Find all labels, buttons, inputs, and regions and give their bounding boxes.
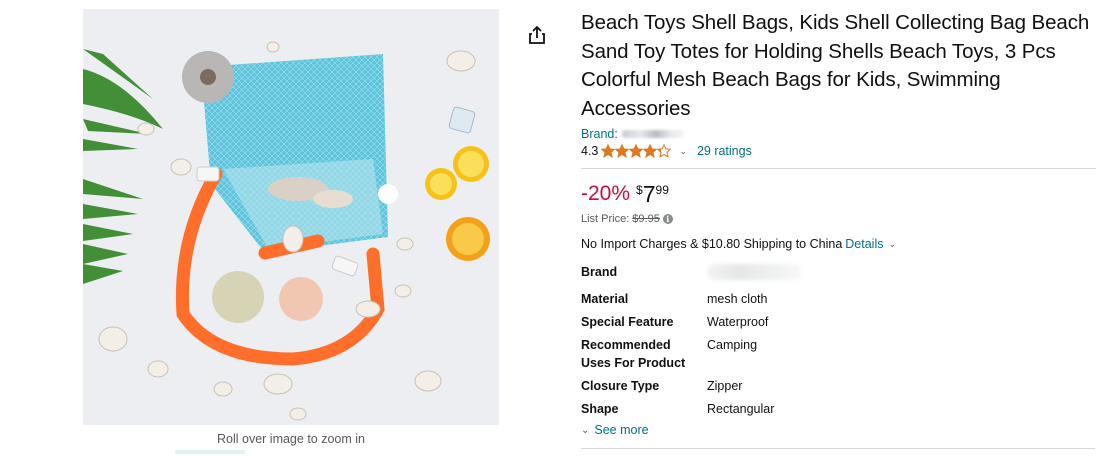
thumbnail-strip-hint: [175, 450, 245, 454]
spec-key: Brand: [581, 265, 618, 280]
spec-row: Special Feature Waterproof: [581, 313, 801, 336]
brand-link[interactable]: Brand:: [581, 126, 1096, 141]
zoom-caption: Roll over image to zoom in: [217, 432, 365, 446]
product-photo: [83, 9, 499, 425]
ratings-count-link[interactable]: 29 ratings: [697, 144, 752, 158]
spec-value: [707, 263, 801, 290]
spec-row: Closure Type Zipper: [581, 377, 801, 400]
list-price-value: $9.95: [632, 213, 660, 226]
product-title: Beach Toys Shell Bags, Kids Shell Collec…: [581, 11, 1090, 120]
spec-value: Waterproof: [707, 315, 769, 330]
price-block: -20% $ 7 99: [581, 179, 1096, 209]
spec-value: Camping: [707, 338, 758, 353]
info-icon[interactable]: i: [662, 214, 673, 225]
spec-value: Zipper: [707, 379, 743, 394]
list-price: List Price: $9.95 i: [581, 213, 1096, 225]
spec-key: Shape: [581, 402, 619, 417]
product-details: Beach Toys Shell Bags, Kids Shell Collec…: [581, 9, 1096, 418]
star-icon: [601, 144, 616, 159]
product-specs-table: Brand Material mesh cloth Special Featur…: [581, 263, 801, 418]
star-icon: [643, 144, 658, 159]
spec-key: Recommended Uses For Product: [581, 338, 686, 371]
star-rating[interactable]: [601, 144, 672, 159]
star-icon: [629, 144, 644, 159]
brand-name-redacted: [621, 129, 684, 138]
see-more-link[interactable]: ⌄ See more: [581, 423, 649, 437]
shipping-text: No Import Charges & $10.80 Shipping to C…: [581, 237, 843, 252]
spec-row: Brand: [581, 263, 801, 290]
rating-row: 4.3 ⌄ 29 ratings: [581, 142, 1096, 160]
sea-urchin: [279, 277, 323, 321]
shipping-details-link[interactable]: Details: [845, 237, 883, 251]
brand-value-redacted: [707, 264, 801, 281]
divider: [581, 168, 1096, 170]
see-more-label: See more: [594, 423, 649, 437]
discount-percent: -20%: [581, 182, 631, 206]
sea-urchin: [212, 271, 264, 323]
price-fraction: 99: [655, 183, 669, 198]
spec-key: Closure Type: [581, 379, 660, 394]
list-price-label: List Price:: [581, 213, 630, 226]
rating-value: 4.3: [581, 144, 599, 159]
product-main-image[interactable]: [83, 9, 499, 425]
star-icon: [615, 144, 630, 159]
brand-label: Brand:: [581, 126, 618, 141]
star-icon: [657, 144, 672, 159]
spec-key: Special Feature: [581, 315, 674, 330]
spec-row: Recommended Uses For Product Camping: [581, 336, 801, 377]
shipping-info: No Import Charges & $10.80 Shipping to C…: [581, 237, 1096, 251]
price-whole: 7: [642, 181, 656, 208]
spec-row: Shape Rectangular: [581, 400, 801, 418]
spec-row: Material mesh cloth: [581, 290, 801, 313]
divider: [581, 448, 1095, 449]
price-currency: $: [636, 183, 643, 198]
chevron-down-icon[interactable]: ⌄: [889, 239, 897, 250]
spec-key: Material: [581, 292, 629, 307]
share-icon: [529, 26, 545, 44]
spec-value: Rectangular: [707, 402, 775, 417]
chevron-down-icon: ⌄: [581, 424, 590, 436]
chevron-down-icon[interactable]: ⌄: [679, 146, 687, 157]
spec-value: mesh cloth: [707, 292, 768, 307]
share-button[interactable]: [526, 24, 550, 48]
